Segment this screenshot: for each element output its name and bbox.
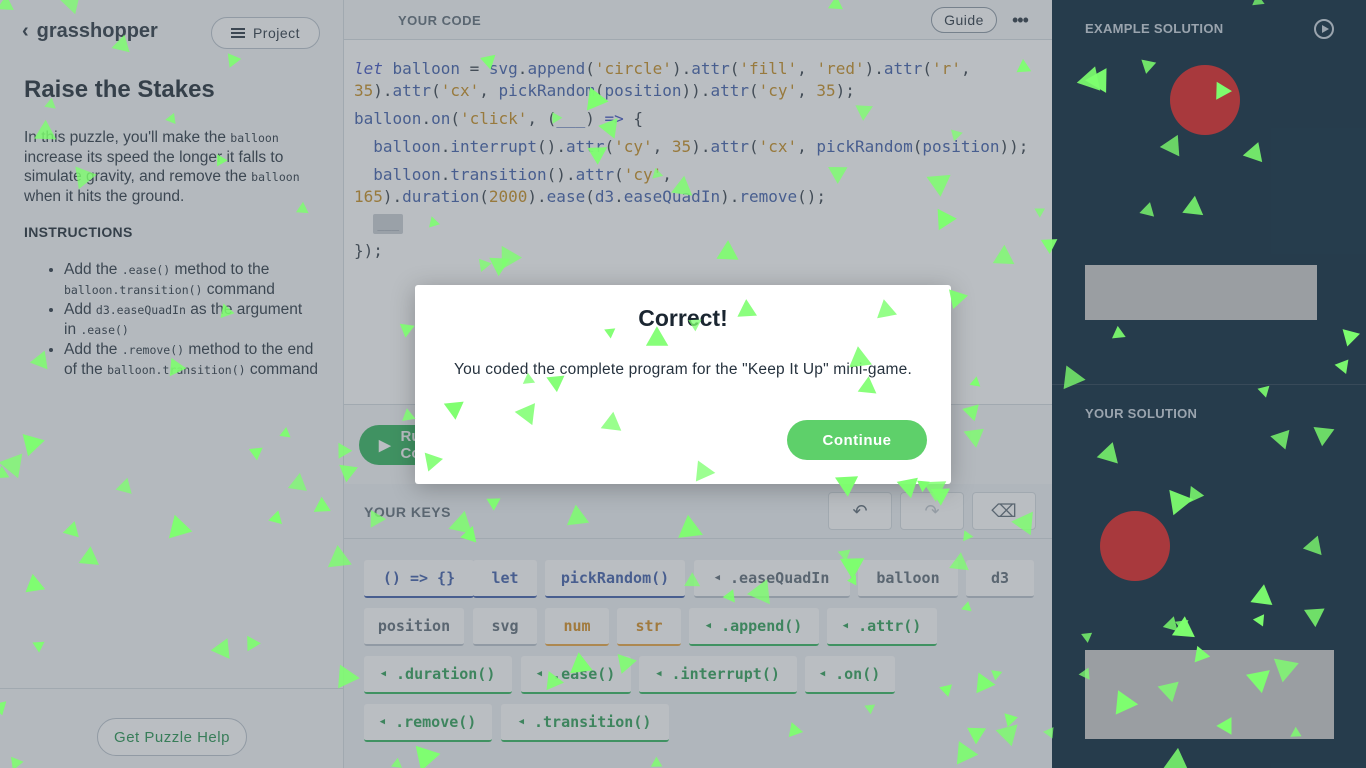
- dialog-message: You coded the complete program for the "…: [454, 361, 912, 378]
- dialog-title: Correct!: [638, 305, 728, 331]
- continue-button[interactable]: Continue: [787, 420, 927, 460]
- success-dialog: Correct! You coded the complete program …: [415, 285, 951, 484]
